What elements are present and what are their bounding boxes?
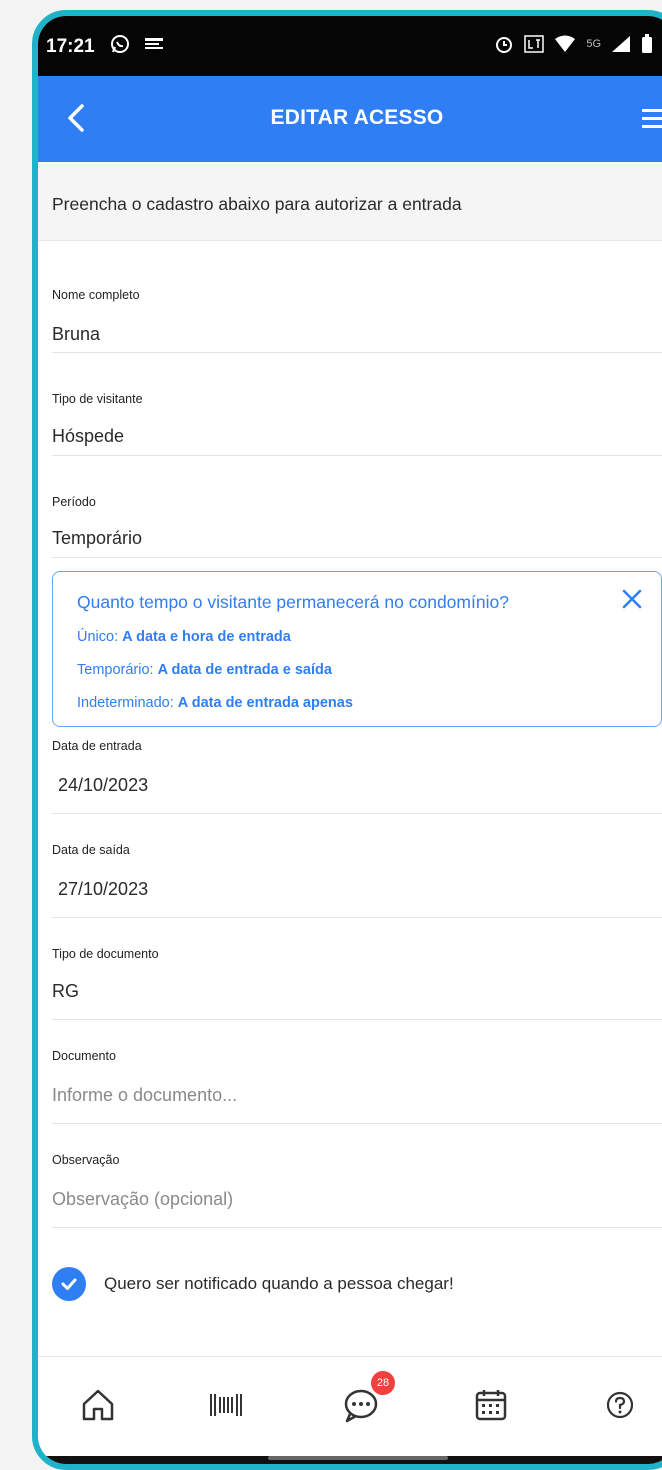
bottom-nav: 28 [38, 1356, 662, 1457]
info-line-unique: Único: A data e hora de entrada [77, 629, 291, 645]
status-time: 17:21 [46, 36, 95, 57]
help-icon [606, 1391, 634, 1419]
intro-banner: Preencha o cadastro abaixo para autoriza… [38, 162, 662, 241]
info-line-key: Único: [77, 629, 119, 645]
gesture-bar [38, 1456, 662, 1464]
document-type-field[interactable]: Tipo de documento RG [52, 917, 662, 1020]
intro-text: Preencha o cadastro abaixo para autoriza… [52, 194, 462, 214]
exit-date-value: 27/10/2023 [58, 879, 149, 899]
visitor-type-label: Tipo de visitante [52, 392, 143, 406]
home-icon [82, 1389, 114, 1421]
info-line-text: A data e hora de entrada [122, 629, 291, 645]
period-value: Temporário [52, 528, 143, 548]
info-line-text: A data de entrada apenas [177, 695, 353, 711]
info-line-key: Temporário: [77, 662, 154, 678]
calendar-icon [475, 1390, 507, 1421]
chat-badge: 28 [371, 1371, 395, 1395]
notify-checkbox-row[interactable]: Quero ser notificado quando a pessoa che… [52, 1266, 454, 1302]
network-type: 5G [586, 38, 602, 50]
home-indicator[interactable] [268, 1456, 448, 1460]
signal-icon [612, 36, 631, 52]
exit-date-label: Data de saída [52, 843, 130, 857]
whatsapp-icon [111, 35, 129, 53]
checkmark-icon [61, 1278, 77, 1290]
app-bar: EDITAR ACESSO [38, 76, 662, 162]
entry-date-field[interactable]: Data de entrada 24/10/2023 [52, 727, 662, 814]
alarm-icon [496, 37, 513, 53]
observation-input[interactable]: Observação (opcional) [52, 1189, 233, 1210]
full-name-field[interactable]: Nome completo Bruna [52, 240, 662, 353]
document-type-label: Tipo de documento [52, 947, 159, 961]
info-line-temporary: Temporário: A data de entrada e saída [77, 662, 332, 678]
notification-icon [145, 38, 163, 49]
document-field[interactable]: Documento Informe o documento... [52, 1019, 662, 1124]
hamburger-menu-icon[interactable] [642, 106, 662, 132]
nav-chat[interactable]: 28 [341, 1371, 395, 1425]
visitor-type-value: Hóspede [52, 426, 125, 446]
document-input[interactable]: Informe o documento... [52, 1085, 237, 1106]
screen: 17:21 5G 64 EDITAR ACESSO Preencha o cad… [38, 16, 662, 1464]
full-name-label: Nome completo [52, 288, 140, 302]
observation-label: Observação [52, 1153, 120, 1167]
volte-icon [524, 35, 545, 53]
entry-date-value: 24/10/2023 [58, 775, 149, 795]
entry-date-label: Data de entrada [52, 739, 142, 753]
period-field[interactable]: Período Temporário [52, 455, 662, 558]
info-line-key: Indeterminado: [77, 695, 174, 711]
wifi-icon [555, 35, 576, 52]
nav-home[interactable] [78, 1385, 118, 1425]
barcode-icon [210, 1394, 242, 1416]
visitor-type-field[interactable]: Tipo de visitante Hóspede [52, 352, 662, 456]
nav-calendar[interactable] [471, 1385, 511, 1425]
notify-label: Quero ser notificado quando a pessoa che… [104, 1274, 454, 1293]
exit-date-field[interactable]: Data de saída 27/10/2023 [52, 813, 662, 918]
nav-barcode[interactable] [206, 1385, 246, 1425]
notify-checkbox[interactable] [52, 1267, 86, 1301]
observation-field[interactable]: Observação Observação (opcional) [52, 1123, 662, 1228]
chat-icon [344, 1389, 378, 1423]
close-icon[interactable] [621, 588, 643, 610]
status-left-icons [110, 34, 164, 54]
status-bar: 17:21 5G 64 [38, 16, 662, 76]
nav-help[interactable] [600, 1385, 640, 1425]
battery-icon [642, 34, 653, 53]
full-name-value: Bruna [52, 324, 101, 344]
info-line-text: A data de entrada e saída [157, 662, 332, 678]
period-info-box: Quanto tempo o visitante permanecerá no … [52, 571, 662, 727]
document-type-value: RG [52, 981, 79, 1001]
page-title: EDITAR ACESSO [270, 106, 444, 129]
device-frame: 17:21 5G 64 EDITAR ACESSO Preencha o cad… [32, 10, 662, 1470]
document-label: Documento [52, 1049, 116, 1063]
status-right-icons: 5G 64 [494, 34, 662, 54]
period-label: Período [52, 495, 96, 509]
info-line-indeterminate: Indeterminado: A data de entrada apenas [77, 695, 353, 711]
info-question: Quanto tempo o visitante permanecerá no … [77, 592, 509, 612]
